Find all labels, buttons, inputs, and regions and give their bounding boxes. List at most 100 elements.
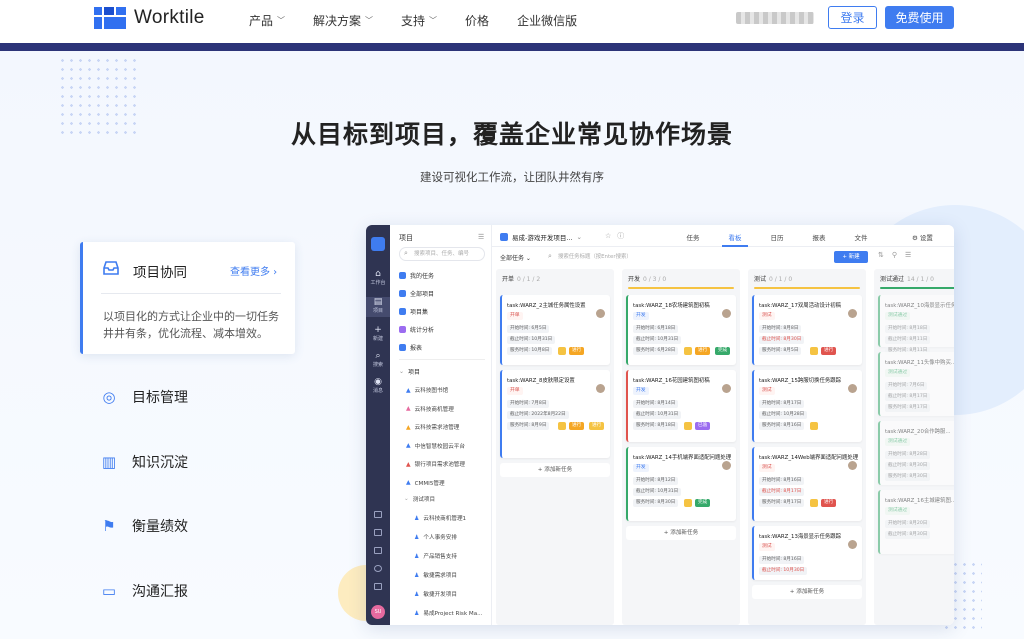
project-item[interactable]: ▲ 银行项目需求池管理 <box>406 460 465 469</box>
check-icon[interactable] <box>374 565 382 572</box>
task-search-input[interactable]: 搜索任务标题（按Enter搜索） <box>548 250 688 263</box>
task-card[interactable]: task:WARZ_20合作跨服... 测试通过 开始时间: 8月28日 截止时间: … <box>878 421 954 485</box>
rail-item-1[interactable]: ▤ 项目 <box>366 297 390 317</box>
nav-item-3[interactable]: 价格 <box>465 12 489 29</box>
project-subgroup-header[interactable]: ⌄ 测试项目 <box>404 495 435 503</box>
project-item[interactable]: ♟ 敏捷开发项目 <box>414 590 457 599</box>
add-task-button[interactable]: + 添加新任务 <box>500 463 610 477</box>
project-item[interactable]: ♟ 个人事务安排 <box>414 533 457 542</box>
status-badge[interactable]: 开发 <box>633 387 649 395</box>
rail-item-0[interactable]: ⌂ 工作台 <box>366 269 390 286</box>
tag-badge[interactable] <box>558 347 566 355</box>
project-item[interactable]: ▲ CMMI5管理 <box>406 479 445 487</box>
tag-badge[interactable]: 进行 <box>569 347 585 355</box>
tab-2[interactable]: 日历 <box>756 232 798 242</box>
tab-4[interactable]: 文件 <box>840 232 882 242</box>
status-badge[interactable]: 开发 <box>633 312 649 320</box>
menu-icon[interactable]: ☰ <box>478 233 484 241</box>
task-card[interactable]: task:WARZ_16花园建筑图初稿 开发 开始时间: 8月14日 截止时间: 10… <box>626 370 736 442</box>
calendar-icon[interactable] <box>374 511 382 518</box>
assignee-avatar[interactable] <box>596 384 605 393</box>
tag-badge[interactable] <box>558 422 566 430</box>
status-badge[interactable]: 测试通过 <box>885 312 911 320</box>
assignee-avatar[interactable] <box>722 384 731 393</box>
project-item[interactable]: ▲ 云科技图书馆 <box>406 386 448 395</box>
star-info-icons[interactable]: ☆ⓘ <box>605 231 630 241</box>
assignee-avatar[interactable] <box>722 461 731 470</box>
assignee-avatar[interactable] <box>848 384 857 393</box>
rail-item-2[interactable]: + 新建 <box>366 325 390 342</box>
doc-icon[interactable] <box>374 529 382 536</box>
project-search-input[interactable]: 搜索项目、任务、编号 <box>399 247 485 261</box>
tag-badge[interactable]: 进行 <box>821 499 837 507</box>
assignee-avatar[interactable] <box>722 309 731 318</box>
project-group-header[interactable]: ⌄ 项目 <box>399 367 420 376</box>
project-item[interactable]: ♟ 敏捷需求项目 <box>414 571 457 580</box>
view-more-link[interactable]: 查看更多 › <box>230 263 277 278</box>
tag-badge[interactable]: 完成 <box>695 499 711 507</box>
assignee-avatar[interactable] <box>848 309 857 318</box>
tag-badge[interactable] <box>684 499 692 507</box>
project-item[interactable]: ▲ 云科技商机管理 <box>406 405 454 413</box>
toolbar-icons[interactable]: ⇅⚲☰ <box>878 251 919 259</box>
status-badge[interactable]: 测试通过 <box>885 369 911 377</box>
worktile-logo[interactable]: Worktile <box>94 7 205 29</box>
status-badge[interactable]: 开发 <box>633 464 649 472</box>
sidebar-item-4[interactable]: 报表 <box>399 343 422 352</box>
assignee-avatar[interactable] <box>848 461 857 470</box>
avatar[interactable]: SU <box>371 605 385 619</box>
tab-1[interactable]: 看板 <box>714 232 756 247</box>
nav-item-4[interactable]: 企业微信版 <box>517 12 577 29</box>
task-card[interactable]: task:WARZ_15跨服切换任务跟踪 测试 开始时间: 8月17日 截止时间: 1… <box>752 370 862 442</box>
feature-chat[interactable]: ▭ 沟通汇报 <box>100 581 188 601</box>
feature-book[interactable]: ▥ 知识沉淀 <box>100 452 188 472</box>
new-task-button[interactable]: + 新建 <box>834 251 868 263</box>
tag-badge[interactable] <box>684 422 692 430</box>
rail-item-3[interactable]: ⌕ 搜索 <box>366 351 390 368</box>
tag-badge[interactable]: 完成 <box>715 347 731 355</box>
task-card[interactable]: task:WARZ_14手机端界面适配问题处理 开发 开始时间: 8月12日 截止时间… <box>626 447 736 521</box>
feature-flag[interactable]: ⚑ 衡量绩效 <box>100 516 188 536</box>
task-filter-select[interactable]: 全部任务 ⌄ <box>500 253 531 262</box>
assignee-avatar[interactable] <box>848 540 857 549</box>
project-item[interactable]: ♟ 产品销售支持 <box>414 552 457 561</box>
tag-badge[interactable]: 进行 <box>589 422 605 430</box>
task-card[interactable]: task:WARZ_10海景显示任务... 测试通过 开始时间: 8月18日 截止时间… <box>878 295 954 355</box>
project-item[interactable]: ▲ 中信智慧校园云平台 <box>406 442 465 450</box>
tab-3[interactable]: 报表 <box>798 232 840 242</box>
task-card[interactable]: task:WARZ_17双周活动设计初稿 测试 开始时间: 8月8日 截止时间: 8月… <box>752 295 862 365</box>
status-badge[interactable]: 开单 <box>507 312 523 320</box>
rail-item-4[interactable]: ◉ 消息 <box>366 377 390 394</box>
tag-badge[interactable]: 进行 <box>821 347 837 355</box>
task-card[interactable]: task:WARZ_11头像中购买... 测试通过 开始时间: 7月6日 截止时间: … <box>878 352 954 416</box>
task-card[interactable]: task:WARZ_13海景显示任务跟踪 测试 开始时间: 8月16日 截止时间: 1… <box>752 526 862 580</box>
free-trial-button[interactable]: 免费使用 <box>885 6 954 29</box>
project-item[interactable]: ▲ 云科技需求池管理 <box>406 423 459 432</box>
nav-item-0[interactable]: 产品 ﹀ <box>249 12 285 29</box>
settings-button[interactable]: ⚙ 设置 <box>912 232 933 242</box>
status-badge[interactable]: 测试通过 <box>885 507 911 515</box>
nav-item-2[interactable]: 支持 ﹀ <box>401 12 437 29</box>
status-badge[interactable]: 测试 <box>759 387 775 395</box>
login-button[interactable]: 登录 <box>828 6 877 29</box>
tag-badge[interactable] <box>810 347 818 355</box>
task-card[interactable]: task:WARZ_16主城建筑图... 测试通过 开始时间: 8月20日 截止时间:… <box>878 490 954 554</box>
project-item[interactable]: ♟ 云科技商机管理1 <box>414 514 466 523</box>
sidebar-item-1[interactable]: 全部项目 <box>399 289 434 298</box>
sidebar-item-0[interactable]: 我的任务 <box>399 271 434 280</box>
sidebar-item-2[interactable]: 项目集 <box>399 307 428 316</box>
task-card[interactable]: task:WARZ_14Web端界面适配问题处理 测试 开始时间: 8月16日 截止时… <box>752 447 862 521</box>
tag-badge[interactable]: 进行 <box>695 347 711 355</box>
status-badge[interactable]: 测试 <box>759 464 775 472</box>
add-task-button[interactable]: + 添加新任务 <box>752 585 862 599</box>
tag-badge[interactable]: 已逾 <box>695 422 711 430</box>
tag-badge[interactable]: 进行 <box>569 422 585 430</box>
task-card[interactable]: task:WARZ_18农场建筑图初稿 开发 开始时间: 6月18日 截止时间: 10… <box>626 295 736 365</box>
tab-0[interactable]: 任务 <box>672 232 714 242</box>
nav-item-1[interactable]: 解决方案 ﹀ <box>313 12 373 29</box>
grid-icon[interactable] <box>374 583 382 590</box>
status-badge[interactable]: 测试 <box>759 543 775 551</box>
tag-badge[interactable] <box>684 347 692 355</box>
sidebar-item-3[interactable]: 统计分析 <box>399 325 434 334</box>
tag-badge[interactable] <box>810 499 818 507</box>
